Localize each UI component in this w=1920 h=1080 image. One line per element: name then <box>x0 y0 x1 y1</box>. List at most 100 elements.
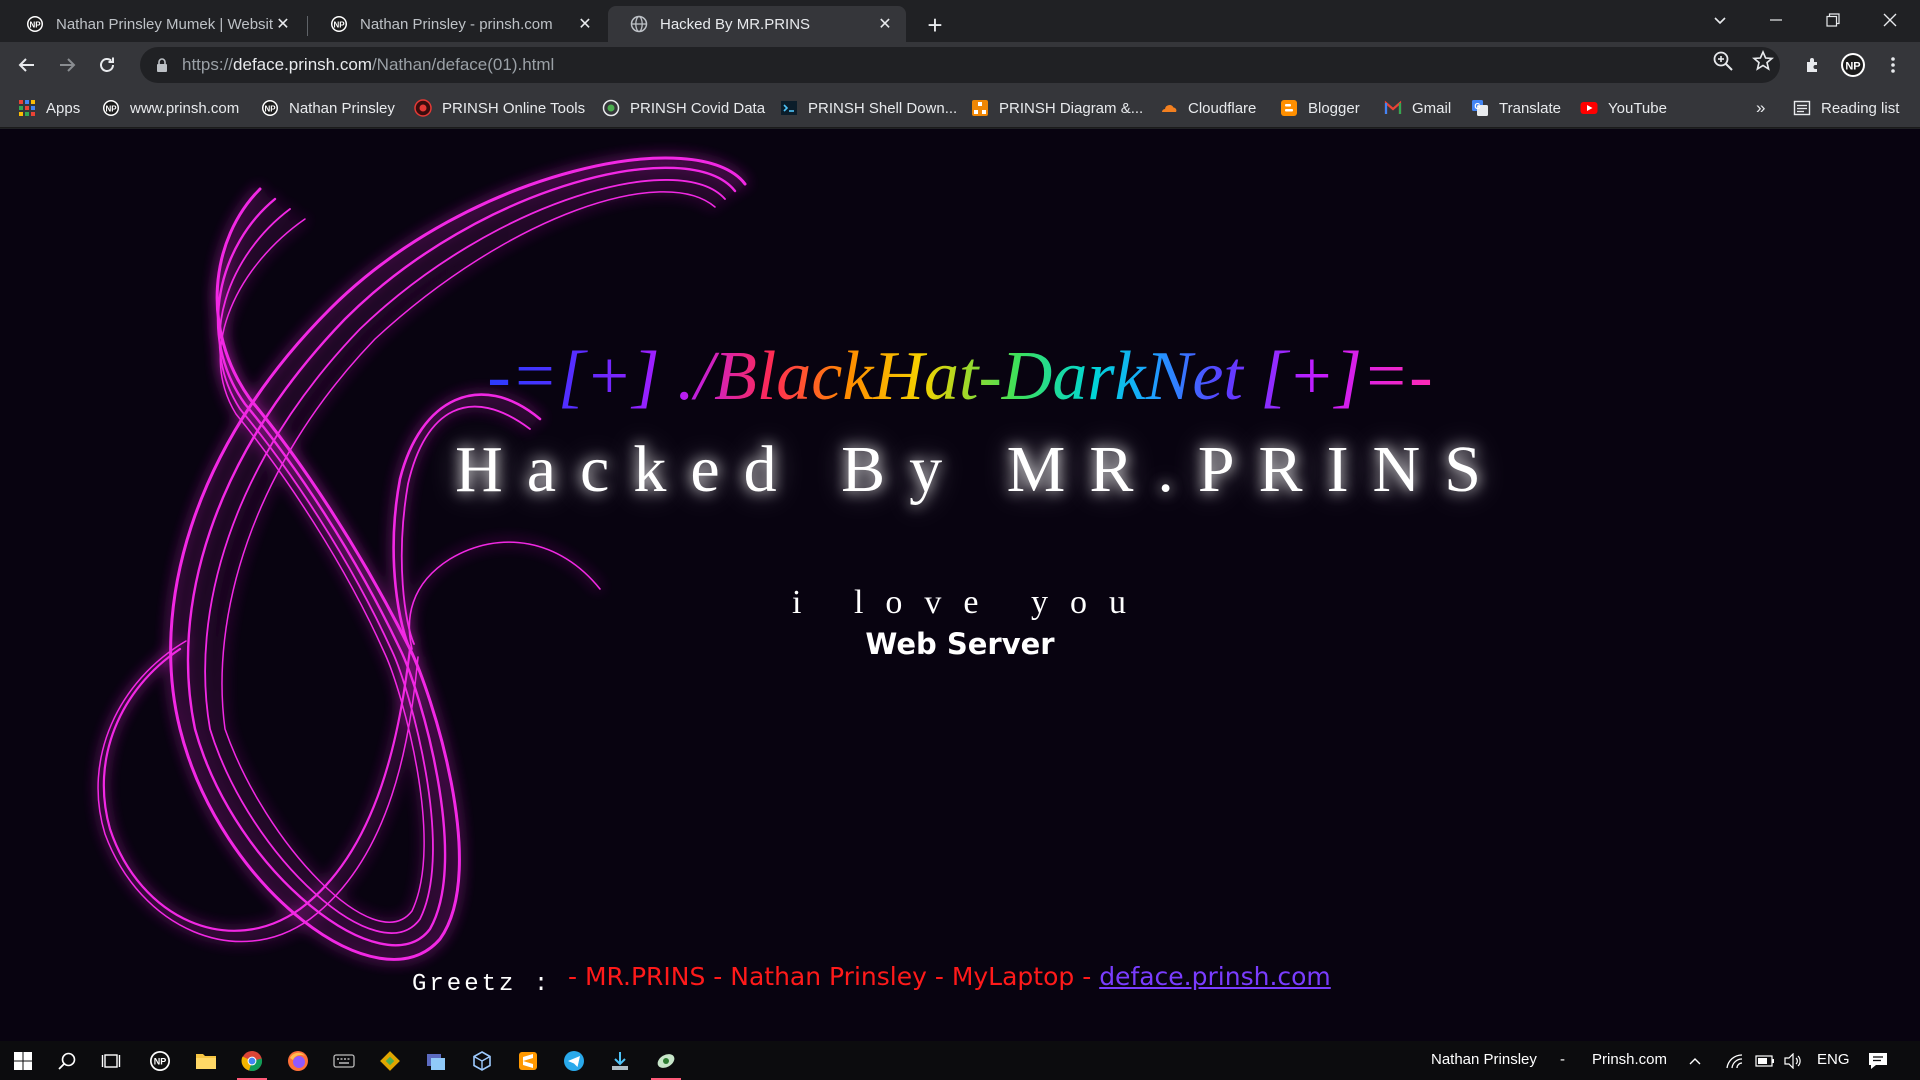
np-logo-icon: NP <box>103 100 119 116</box>
tab-search-icon[interactable] <box>1692 0 1748 40</box>
telegram-icon[interactable] <box>551 1041 597 1080</box>
reading-list-icon <box>1793 100 1811 116</box>
svg-text:NP: NP <box>154 1056 167 1066</box>
wifi-icon[interactable] <box>1720 1041 1750 1080</box>
virtualbox-icon[interactable] <box>459 1041 505 1080</box>
back-arrow-icon[interactable] <box>10 48 44 82</box>
prinsh-tools-icon <box>414 99 432 117</box>
close-window-icon[interactable] <box>1862 0 1918 40</box>
sublime-icon[interactable] <box>505 1041 551 1080</box>
bookmark-gmail[interactable]: Gmail <box>1384 94 1451 122</box>
bookmark-label: YouTube <box>1608 99 1667 117</box>
more-bookmarks-button[interactable]: » <box>1756 94 1765 122</box>
apps-grid-icon <box>19 100 35 116</box>
np-logo-icon: NP <box>262 100 278 116</box>
chrome-icon[interactable] <box>229 1041 275 1080</box>
close-tab-icon[interactable]: ✕ <box>876 15 894 33</box>
cloudflare-icon <box>1162 105 1177 112</box>
bookmark-apps[interactable]: Apps <box>18 94 80 122</box>
bookmark-label: Blogger <box>1308 99 1360 117</box>
page-viewport: -=[+] ./BlackHat-DarkNet [+]=- Hacked By… <box>0 129 1920 1041</box>
deface-link[interactable]: deface.prinsh.com <box>1099 962 1331 991</box>
bookmark-label: PRINSH Shell Down... <box>808 99 958 117</box>
extensions-puzzle-icon[interactable] <box>1796 48 1830 82</box>
more-menu-icon[interactable] <box>1876 48 1910 82</box>
bookmark-prinsh-covid[interactable]: PRINSH Covid Data <box>602 94 765 122</box>
diagram-icon <box>972 100 988 116</box>
web-server-label: Web Server <box>865 627 1055 661</box>
bookmark-prinsh-diagram[interactable]: PRINSH Diagram &... <box>971 94 1143 122</box>
greetz-label: Greetz : <box>412 971 552 998</box>
np-logo-icon: NP <box>331 16 347 32</box>
close-tab-icon[interactable]: ✕ <box>576 15 594 33</box>
bookmark-label: PRINSH Covid Data <box>630 99 766 117</box>
bookmark-label: Nathan Prinsley <box>289 99 395 117</box>
np-logo-icon: NP <box>27 16 43 32</box>
bookmarks-bar: Apps NP www.prinsh.com NP Nathan Prinsle… <box>0 88 1920 128</box>
svg-text:NP: NP <box>333 21 345 30</box>
banner-title: -=[+] ./BlackHat-DarkNet [+]=- <box>487 338 1433 415</box>
bookmark-label: Translate <box>1499 99 1561 117</box>
volume-icon[interactable] <box>1778 1041 1808 1080</box>
tray-separator: - <box>1560 1051 1565 1068</box>
scanner-app-icon[interactable] <box>643 1041 689 1080</box>
tab-hacked[interactable]: Hacked By MR.PRINS ✕ <box>608 6 906 42</box>
np-app-icon[interactable]: NP <box>137 1041 183 1080</box>
bookmark-blogger[interactable]: Blogger <box>1280 94 1360 122</box>
bookmark-label: Gmail <box>1412 99 1452 117</box>
bookmark-label: PRINSH Diagram &... <box>999 99 1144 117</box>
bookmark-label: PRINSH Online Tools <box>442 99 586 117</box>
svg-text:NP: NP <box>264 105 276 114</box>
browser-toolbar: https://deface.prinsh.com/Nathan/deface(… <box>0 42 1920 88</box>
file-explorer-icon[interactable] <box>183 1041 229 1080</box>
tab-title: Hacked By MR.PRINS <box>660 15 811 33</box>
new-tab-button[interactable]: + <box>918 8 952 42</box>
bookmark-label: www.prinsh.com <box>130 99 240 117</box>
download-app-icon[interactable] <box>597 1041 643 1080</box>
notifications-icon[interactable] <box>1858 1041 1898 1080</box>
keyboard-icon[interactable] <box>321 1041 367 1080</box>
profile-avatar[interactable]: NP <box>1836 48 1870 82</box>
firefox-icon[interactable] <box>275 1041 321 1080</box>
bookmark-nathan-prinsley[interactable]: NP Nathan Prinsley <box>261 94 395 122</box>
reload-icon[interactable] <box>90 48 124 82</box>
app-blue-icon[interactable] <box>413 1041 459 1080</box>
bookmark-translate[interactable]: G Translate <box>1471 94 1561 122</box>
reading-list-button[interactable]: Reading list <box>1793 94 1899 122</box>
chevron-up-icon[interactable] <box>1680 1041 1710 1080</box>
tab-prinsh[interactable]: NP Nathan Prinsley - prinsh.com ✕ <box>308 6 606 42</box>
zoom-icon[interactable] <box>1712 50 1734 72</box>
tab-title: Nathan Prinsley - prinsh.com <box>360 15 553 33</box>
gmail-icon <box>1384 100 1402 114</box>
svg-text:NP: NP <box>29 21 41 30</box>
battery-icon[interactable] <box>1750 1041 1780 1080</box>
youtube-icon <box>1580 102 1598 114</box>
close-tab-icon[interactable]: ✕ <box>274 15 292 33</box>
language-indicator[interactable]: ENG <box>1817 1051 1850 1068</box>
bookmark-star-icon[interactable] <box>1752 50 1774 72</box>
task-view-icon[interactable] <box>88 1041 134 1080</box>
bookmark-youtube[interactable]: YouTube <box>1580 94 1667 122</box>
address-bar[interactable]: https://deface.prinsh.com/Nathan/deface(… <box>140 47 1780 83</box>
bookmark-prinsh-shell[interactable]: PRINSH Shell Down... <box>780 94 957 122</box>
restore-icon[interactable] <box>1805 0 1861 40</box>
greetz-names: - MR.PRINS - Nathan Prinsley - MyLaptop … <box>568 962 1331 991</box>
shell-icon <box>781 101 797 115</box>
bookmark-prinsh-com[interactable]: NP www.prinsh.com <box>102 94 239 122</box>
minimize-icon[interactable] <box>1748 0 1804 40</box>
hacked-headline: Hacked By MR.PRINS <box>455 433 1505 506</box>
globe-icon <box>630 15 648 33</box>
bookmark-prinsh-online-tools[interactable]: PRINSH Online Tools <box>414 94 585 122</box>
tab-strip: NP Nathan Prinsley Mumek | Websit ✕ NP N… <box>0 0 1920 42</box>
translate-icon: G <box>1472 100 1488 116</box>
tab-nathan-website[interactable]: NP Nathan Prinsley Mumek | Websit ✕ <box>4 6 304 42</box>
bookmark-cloudflare[interactable]: Cloudflare <box>1160 94 1256 122</box>
svg-text:NP: NP <box>105 105 117 114</box>
windows-start-icon[interactable] <box>0 1041 46 1080</box>
search-icon[interactable] <box>44 1041 90 1080</box>
bookmark-label: Apps <box>46 99 81 117</box>
git-icon[interactable] <box>367 1041 413 1080</box>
svg-text:NP: NP <box>1845 61 1860 73</box>
forward-arrow-icon[interactable] <box>50 48 84 82</box>
lock-icon[interactable] <box>154 57 170 73</box>
